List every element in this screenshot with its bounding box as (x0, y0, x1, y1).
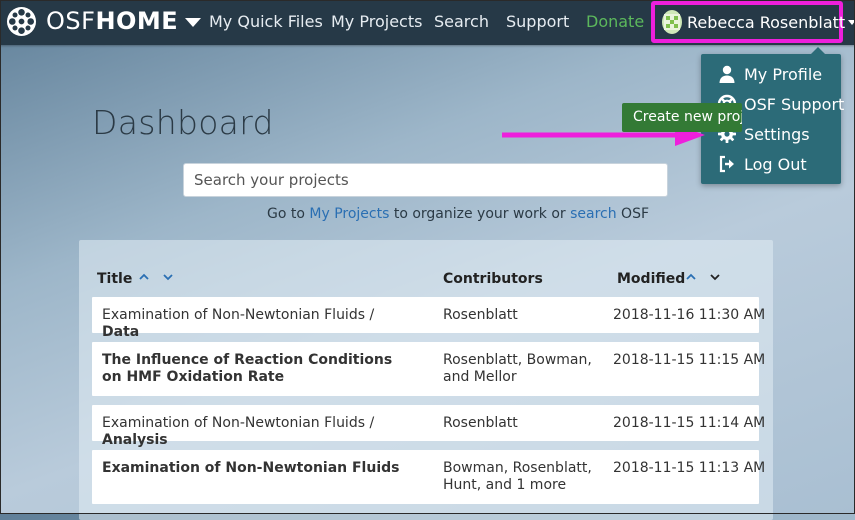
nav-my-projects[interactable]: My Projects (331, 0, 422, 45)
nav-quick-files[interactable]: My Quick Files (209, 0, 323, 45)
row-contributors: Rosenblatt (443, 415, 518, 431)
row-contributors: Rosenblatt (443, 307, 518, 323)
sort-up-icon[interactable] (137, 270, 151, 284)
user-menu-button[interactable]: Rebecca Rosenblatt (651, 1, 855, 43)
row-title: Examination of Non-Newtonian Fluids / An… (102, 415, 375, 448)
nav-donate[interactable]: Donate (586, 0, 644, 45)
table-row[interactable]: Examination of Non-Newtonian Fluids / Da… (92, 297, 765, 340)
row-modified: 2018-11-15 11:15 AM (613, 352, 766, 368)
row-contributors: Bowman, Rosenblatt, Hunt, and 1 more (443, 460, 592, 493)
row-title: The Influence of Reaction Conditions on … (102, 352, 393, 385)
goto-helper-text: Go to My Projects to organize your work … (267, 206, 650, 222)
column-header-contributors: Contributors (443, 271, 543, 287)
menu-item-my-profile[interactable]: My Profile (717, 61, 822, 87)
user-icon (719, 65, 735, 83)
column-header-modified: Modified (617, 271, 686, 287)
menu-item-label: My Profile (744, 64, 823, 84)
osf-home-brand[interactable]: OSFHOME (6, 6, 202, 37)
nav-search[interactable]: Search (434, 0, 489, 45)
page-title: Dashboard (92, 103, 274, 142)
table-row[interactable]: Examination of Non-Newtonian Fluids Bowm… (92, 450, 765, 504)
caret-down-icon (848, 19, 855, 25)
menu-item-label: OSF Support (744, 94, 845, 114)
osf-logo-icon (6, 6, 37, 37)
search-link[interactable]: search (570, 206, 617, 222)
column-header-title: Title (97, 271, 133, 287)
create-new-project-button[interactable]: Create new project (622, 103, 742, 132)
row-modified: 2018-11-16 11:30 AM (613, 307, 766, 323)
sign-out-icon (719, 155, 734, 173)
row-title: Examination of Non-Newtonian Fluids (102, 460, 400, 476)
row-modified: 2018-11-15 11:13 AM (613, 460, 766, 476)
menu-item-log-out[interactable]: Log Out (717, 151, 807, 177)
my-projects-link[interactable]: My Projects (309, 206, 389, 222)
row-contributors: Rosenblatt, Bowman, and Mellor (443, 352, 592, 385)
user-name: Rebecca Rosenblatt (687, 12, 846, 32)
chevron-down-icon (185, 18, 202, 27)
menu-item-label: Log Out (744, 154, 807, 174)
nav-support[interactable]: Support (506, 0, 569, 45)
table-row[interactable]: The Influence of Reaction Conditions on … (92, 342, 765, 396)
search-projects-input[interactable] (183, 163, 668, 197)
row-modified: 2018-11-15 11:14 AM (613, 415, 766, 431)
avatar (662, 10, 682, 34)
sort-up-icon[interactable] (684, 270, 698, 284)
sort-down-icon[interactable] (708, 270, 722, 284)
sort-down-icon[interactable] (161, 270, 175, 284)
navbar: OSFHOME My Quick Files My Projects Searc… (0, 0, 855, 45)
table-row[interactable]: Examination of Non-Newtonian Fluids / An… (92, 405, 765, 448)
avatar-pattern-icon (664, 14, 680, 30)
brand-text: OSFHOME (46, 7, 179, 35)
menu-item-label: Settings (744, 124, 810, 144)
row-title: Examination of Non-Newtonian Fluids / Da… (102, 307, 375, 340)
